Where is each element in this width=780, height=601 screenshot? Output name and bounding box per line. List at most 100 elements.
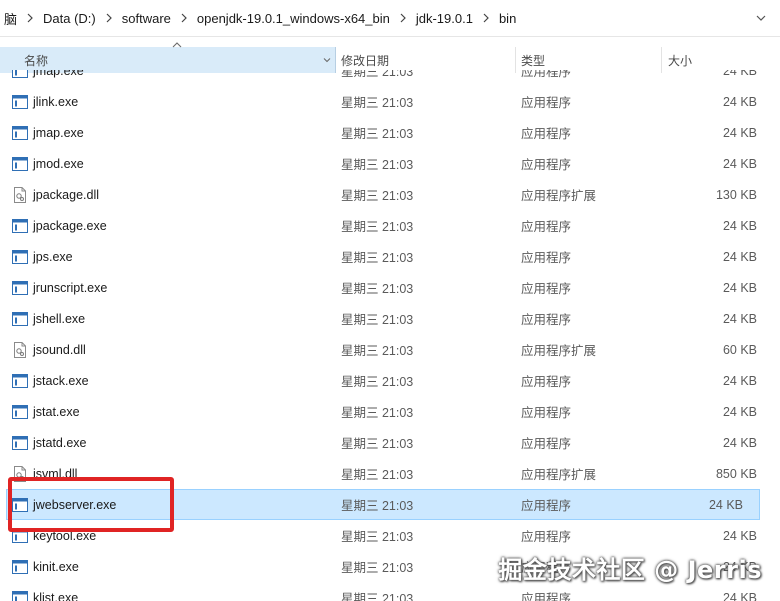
file-type: 应用程序: [521, 282, 572, 296]
file-row[interactable]: jstack.exe 星期三 21:03 应用程序 24 KB: [0, 365, 780, 396]
address-bar[interactable]: 脑 Data (D:) software openjdk-19.0.1_windows…: [0, 0, 780, 37]
file-size: 24 KB: [708, 497, 743, 512]
file-name: keytool.exe: [33, 528, 97, 543]
breadcrumb-item[interactable]: 脑: [0, 9, 23, 28]
file-name: jstack.exe: [33, 373, 89, 388]
file-type: 应用程序: [521, 158, 572, 172]
breadcrumb-item[interactable]: software: [116, 11, 177, 26]
file-row[interactable]: jsvml.dll 星期三 21:03 应用程序扩展 850 KB: [0, 458, 780, 489]
file-size: 24 KB: [722, 404, 757, 419]
chevron-right-icon[interactable]: [102, 11, 116, 25]
file-row[interactable]: jmap.exe 星期三 21:03 应用程序 24 KB: [0, 117, 780, 148]
file-date: 星期三 21:03: [341, 251, 414, 265]
file-row[interactable]: jpackage.exe 星期三 21:03 应用程序 24 KB: [0, 210, 780, 241]
file-size: 24 KB: [722, 559, 757, 574]
dll-icon: [12, 187, 28, 203]
chevron-down-icon: [756, 15, 766, 21]
file-date: 星期三 21:03: [341, 592, 414, 601]
chevron-right-icon[interactable]: [23, 11, 37, 25]
file-type: 应用程序: [521, 406, 572, 420]
breadcrumb-item[interactable]: openjdk-19.0.1_windows-x64_bin: [191, 11, 396, 26]
exe-icon: [12, 497, 28, 513]
file-row[interactable]: jshell.exe 星期三 21:03 应用程序 24 KB: [0, 303, 780, 334]
file-row[interactable]: klist.exe 星期三 21:03 应用程序 24 KB: [0, 582, 780, 601]
file-row[interactable]: jrunscript.exe 星期三 21:03 应用程序 24 KB: [0, 272, 780, 303]
dll-icon: [12, 342, 28, 358]
file-type: 应用程序: [521, 127, 572, 141]
file-size: 60 KB: [722, 342, 757, 357]
file-size: 24 KB: [722, 218, 757, 233]
file-type: 应用程序: [521, 530, 572, 544]
file-size: 24 KB: [722, 125, 757, 140]
file-type: 应用程序: [521, 70, 572, 79]
file-type: 应用程序扩展: [521, 344, 597, 358]
file-row[interactable]: jpackage.dll 星期三 21:03 应用程序扩展 130 KB: [0, 179, 780, 210]
file-date: 星期三 21:03: [341, 127, 414, 141]
dll-icon: [12, 466, 28, 482]
breadcrumb-item[interactable]: jdk-19.0.1: [410, 11, 479, 26]
file-type: 应用程序: [521, 437, 572, 451]
file-size: 850 KB: [715, 466, 757, 481]
file-row[interactable]: keytool.exe 星期三 21:03 应用程序 24 KB: [0, 520, 780, 551]
file-row[interactable]: jmod.exe 星期三 21:03 应用程序 24 KB: [0, 148, 780, 179]
chevron-down-icon[interactable]: [322, 55, 332, 65]
file-size: 24 KB: [722, 311, 757, 326]
file-row[interactable]: jps.exe 星期三 21:03 应用程序 24 KB: [0, 241, 780, 272]
exe-icon: [12, 435, 28, 451]
breadcrumb-item[interactable]: Data (D:): [37, 11, 102, 26]
file-date: 星期三 21:03: [341, 282, 414, 296]
exe-icon: [12, 311, 28, 327]
file-type: 应用程序扩展: [521, 468, 597, 482]
file-size: 24 KB: [722, 156, 757, 171]
file-date: 星期三 21:03: [341, 344, 414, 358]
file-row[interactable]: jstat.exe 星期三 21:03 应用程序 24 KB: [0, 396, 780, 427]
exe-icon: [12, 249, 28, 265]
file-row[interactable]: jwebserver.exe 星期三 21:03 应用程序 24 KB: [6, 489, 760, 520]
file-list: jmap.exe 星期三 21:03 应用程序 24 KB jlink.exe 星期三 2…: [0, 70, 780, 601]
file-name: jshell.exe: [33, 311, 86, 326]
file-row[interactable]: jsound.dll 星期三 21:03 应用程序扩展 60 KB: [0, 334, 780, 365]
file-type: 应用程序: [521, 375, 572, 389]
file-date: 星期三 21:03: [341, 375, 414, 389]
file-name: jsound.dll: [33, 342, 86, 357]
address-history-button[interactable]: [750, 8, 772, 28]
file-type: 应用程序: [521, 96, 572, 110]
chevron-right-icon[interactable]: [396, 11, 410, 25]
file-type: 应用程序扩展: [521, 189, 597, 203]
file-type: 应用程序: [521, 499, 572, 513]
file-name: jmap.exe: [33, 125, 84, 140]
file-row[interactable]: jmap.exe 星期三 21:03 应用程序 24 KB: [0, 70, 780, 86]
file-name: kinit.exe: [33, 559, 79, 574]
file-date: 星期三 21:03: [341, 499, 414, 513]
file-name: jmap.exe: [33, 70, 84, 78]
file-date: 星期三 21:03: [341, 70, 414, 79]
exe-icon: [12, 94, 28, 110]
breadcrumb-item[interactable]: bin: [493, 11, 522, 26]
file-name: jwebserver.exe: [33, 497, 117, 512]
file-date: 星期三 21:03: [341, 313, 414, 327]
file-type: 应用程序: [521, 561, 572, 575]
sort-ascending-icon: [172, 42, 182, 48]
file-size: 24 KB: [722, 435, 757, 450]
file-type: 应用程序: [521, 592, 572, 601]
file-row[interactable]: jstatd.exe 星期三 21:03 应用程序 24 KB: [0, 427, 780, 458]
chevron-right-icon[interactable]: [479, 11, 493, 25]
chevron-right-icon[interactable]: [177, 11, 191, 25]
file-name: jps.exe: [33, 249, 73, 264]
file-date: 星期三 21:03: [341, 158, 414, 172]
exe-icon: [12, 280, 28, 296]
file-row[interactable]: jlink.exe 星期三 21:03 应用程序 24 KB: [0, 86, 780, 117]
exe-icon: [12, 404, 28, 420]
file-size: 24 KB: [722, 528, 757, 543]
file-name: klist.exe: [33, 590, 79, 601]
exe-icon: [12, 559, 28, 575]
column-size-label: 大小: [668, 53, 693, 68]
exe-icon: [12, 125, 28, 141]
file-size: 24 KB: [722, 249, 757, 264]
file-explorer-window: 脑 Data (D:) software openjdk-19.0.1_windows…: [0, 0, 780, 601]
exe-icon: [12, 590, 28, 601]
file-row[interactable]: kinit.exe 星期三 21:03 应用程序 24 KB: [0, 551, 780, 582]
file-date: 星期三 21:03: [341, 96, 414, 110]
file-date: 星期三 21:03: [341, 189, 414, 203]
file-date: 星期三 21:03: [341, 561, 414, 575]
